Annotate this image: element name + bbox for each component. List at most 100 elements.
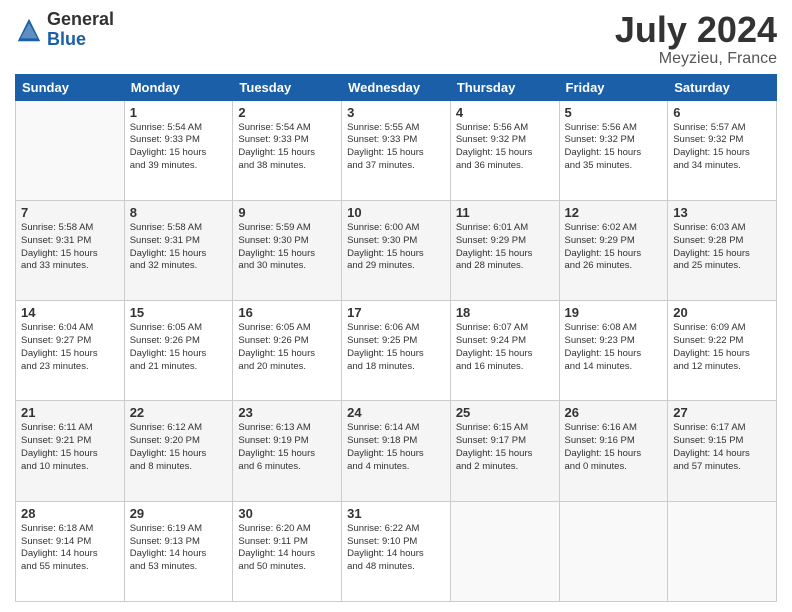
calendar-cell: 8Sunrise: 5:58 AM Sunset: 9:31 PM Daylig…	[124, 200, 233, 300]
day-info: Sunrise: 6:08 AM Sunset: 9:23 PM Dayligh…	[565, 322, 663, 373]
day-info: Sunrise: 5:56 AM Sunset: 9:32 PM Dayligh…	[565, 122, 663, 173]
day-number: 17	[347, 305, 445, 320]
day-info: Sunrise: 6:16 AM Sunset: 9:16 PM Dayligh…	[565, 422, 663, 473]
calendar-cell: 29 Sunrise: 6:19 AM Sunset: 9:13 PM Dayli…	[124, 501, 233, 601]
calendar-cell: 28 Sunrise: 6:18 AM Sunset: 9:14 PM Dayli…	[16, 501, 125, 601]
calendar-header-row: Sunday Monday Tuesday Wednesday Thursday…	[16, 74, 777, 100]
day-info: Sunrise: 6:11 AM Sunset: 9:21 PM Dayligh…	[21, 422, 119, 473]
day-number: 21	[21, 405, 119, 420]
day-number: 19	[565, 305, 663, 320]
calendar-week-row: 1 Sunrise: 5:54 AM Sunset: 9:33 PM Daylig…	[16, 100, 777, 200]
day-number: 13	[673, 205, 771, 220]
calendar-cell: 5 Sunrise: 5:56 AM Sunset: 9:32 PM Daylig…	[559, 100, 668, 200]
day-number: 6	[673, 105, 771, 120]
day-number: 3	[347, 105, 445, 120]
calendar-cell: 9Sunrise: 5:59 AM Sunset: 9:30 PM Daylig…	[233, 200, 342, 300]
logo-text: General Blue	[47, 10, 114, 50]
day-info: Sunrise: 6:07 AM Sunset: 9:24 PM Dayligh…	[456, 322, 554, 373]
logo: General Blue	[15, 10, 114, 50]
day-info: Sunrise: 6:04 AM Sunset: 9:27 PM Dayligh…	[21, 322, 119, 373]
day-number: 23	[238, 405, 336, 420]
calendar-cell: 4 Sunrise: 5:56 AM Sunset: 9:32 PM Daylig…	[450, 100, 559, 200]
day-info: Sunrise: 5:57 AM Sunset: 9:32 PM Dayligh…	[673, 122, 771, 173]
day-number: 24	[347, 405, 445, 420]
calendar-cell: 1 Sunrise: 5:54 AM Sunset: 9:33 PM Daylig…	[124, 100, 233, 200]
col-friday: Friday	[559, 74, 668, 100]
calendar-cell: 6 Sunrise: 5:57 AM Sunset: 9:32 PM Daylig…	[668, 100, 777, 200]
day-number: 25	[456, 405, 554, 420]
col-tuesday: Tuesday	[233, 74, 342, 100]
calendar-cell: 27 Sunrise: 6:17 AM Sunset: 9:15 PM Dayli…	[668, 401, 777, 501]
calendar-cell: 14 Sunrise: 6:04 AM Sunset: 9:27 PM Dayli…	[16, 301, 125, 401]
day-info: Sunrise: 6:13 AM Sunset: 9:19 PM Dayligh…	[238, 422, 336, 473]
calendar-cell: 20 Sunrise: 6:09 AM Sunset: 9:22 PM Dayli…	[668, 301, 777, 401]
logo-blue-text: Blue	[47, 30, 114, 50]
day-info: Sunrise: 5:58 AM Sunset: 9:31 PM Dayligh…	[21, 222, 119, 273]
day-info: Sunrise: 6:14 AM Sunset: 9:18 PM Dayligh…	[347, 422, 445, 473]
calendar-week-row: 7 Sunrise: 5:58 AM Sunset: 9:31 PM Daylig…	[16, 200, 777, 300]
day-info: Sunrise: 5:58 AM Sunset: 9:31 PM Dayligh…	[130, 222, 228, 273]
calendar-cell: 10 Sunrise: 6:00 AM Sunset: 9:30 PM Dayli…	[342, 200, 451, 300]
day-info: Sunrise: 6:05 AM Sunset: 9:26 PM Dayligh…	[130, 322, 228, 373]
calendar-table: Sunday Monday Tuesday Wednesday Thursday…	[15, 74, 777, 602]
day-info: Sunrise: 6:18 AM Sunset: 9:14 PM Dayligh…	[21, 523, 119, 574]
day-info: Sunrise: 6:17 AM Sunset: 9:15 PM Dayligh…	[673, 422, 771, 473]
day-number: 11	[456, 205, 554, 220]
calendar-cell	[16, 100, 125, 200]
col-saturday: Saturday	[668, 74, 777, 100]
calendar-cell: 30 Sunrise: 6:20 AM Sunset: 9:11 PM Dayli…	[233, 501, 342, 601]
day-number: 14	[21, 305, 119, 320]
day-number: 29	[130, 506, 228, 521]
calendar-cell	[559, 501, 668, 601]
day-number: 18	[456, 305, 554, 320]
day-number: 16	[238, 305, 336, 320]
day-info: Sunrise: 6:22 AM Sunset: 9:10 PM Dayligh…	[347, 523, 445, 574]
calendar-week-row: 14 Sunrise: 6:04 AM Sunset: 9:27 PM Dayli…	[16, 301, 777, 401]
day-info: Sunrise: 6:20 AM Sunset: 9:11 PM Dayligh…	[238, 523, 336, 574]
calendar-cell: 2 Sunrise: 5:54 AM Sunset: 9:33 PM Daylig…	[233, 100, 342, 200]
day-number: 27	[673, 405, 771, 420]
calendar-cell: 3 Sunrise: 5:55 AM Sunset: 9:33 PM Daylig…	[342, 100, 451, 200]
calendar-cell: 15 Sunrise: 6:05 AM Sunset: 9:26 PM Dayli…	[124, 301, 233, 401]
calendar-cell: 13Sunrise: 6:03 AM Sunset: 9:28 PM Dayli…	[668, 200, 777, 300]
header: General Blue July 2024 Meyzieu, France	[15, 10, 777, 68]
calendar-cell: 23 Sunrise: 6:13 AM Sunset: 9:19 PM Dayli…	[233, 401, 342, 501]
day-number: 10	[347, 205, 445, 220]
day-info: Sunrise: 6:05 AM Sunset: 9:26 PM Dayligh…	[238, 322, 336, 373]
calendar-cell: 11 Sunrise: 6:01 AM Sunset: 9:29 PM Dayli…	[450, 200, 559, 300]
day-number: 31	[347, 506, 445, 521]
day-number: 2	[238, 105, 336, 120]
calendar-title: July 2024	[615, 10, 777, 50]
day-number: 1	[130, 105, 228, 120]
day-info: Sunrise: 5:56 AM Sunset: 9:32 PM Dayligh…	[456, 122, 554, 173]
day-number: 30	[238, 506, 336, 521]
calendar-cell: 31 Sunrise: 6:22 AM Sunset: 9:10 PM Dayli…	[342, 501, 451, 601]
day-number: 9	[238, 205, 336, 220]
day-number: 15	[130, 305, 228, 320]
day-info: Sunrise: 6:01 AM Sunset: 9:29 PM Dayligh…	[456, 222, 554, 273]
day-info: Sunrise: 5:55 AM Sunset: 9:33 PM Dayligh…	[347, 122, 445, 173]
calendar-cell: 7 Sunrise: 5:58 AM Sunset: 9:31 PM Daylig…	[16, 200, 125, 300]
calendar-cell: 26 Sunrise: 6:16 AM Sunset: 9:16 PM Dayli…	[559, 401, 668, 501]
day-number: 20	[673, 305, 771, 320]
calendar-week-row: 21 Sunrise: 6:11 AM Sunset: 9:21 PM Dayli…	[16, 401, 777, 501]
day-number: 28	[21, 506, 119, 521]
calendar-cell	[450, 501, 559, 601]
day-info: Sunrise: 6:09 AM Sunset: 9:22 PM Dayligh…	[673, 322, 771, 373]
day-number: 7	[21, 205, 119, 220]
day-info: Sunrise: 6:19 AM Sunset: 9:13 PM Dayligh…	[130, 523, 228, 574]
day-info: Sunrise: 6:12 AM Sunset: 9:20 PM Dayligh…	[130, 422, 228, 473]
day-number: 5	[565, 105, 663, 120]
calendar-cell	[668, 501, 777, 601]
day-number: 4	[456, 105, 554, 120]
title-block: July 2024 Meyzieu, France	[615, 10, 777, 68]
day-number: 26	[565, 405, 663, 420]
col-wednesday: Wednesday	[342, 74, 451, 100]
day-info: Sunrise: 5:54 AM Sunset: 9:33 PM Dayligh…	[238, 122, 336, 173]
page: General Blue July 2024 Meyzieu, France S…	[0, 0, 792, 612]
day-number: 12	[565, 205, 663, 220]
day-number: 22	[130, 405, 228, 420]
day-info: Sunrise: 5:54 AM Sunset: 9:33 PM Dayligh…	[130, 122, 228, 173]
day-info: Sunrise: 6:00 AM Sunset: 9:30 PM Dayligh…	[347, 222, 445, 273]
calendar-cell: 24 Sunrise: 6:14 AM Sunset: 9:18 PM Dayli…	[342, 401, 451, 501]
